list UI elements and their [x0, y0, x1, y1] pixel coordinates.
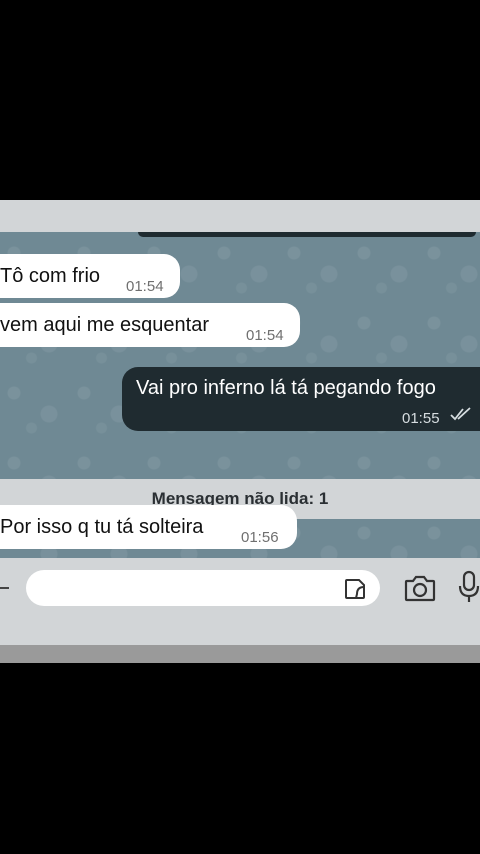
- sticker-icon[interactable]: [343, 577, 367, 601]
- message-time: 01:54: [246, 327, 284, 344]
- previous-message-edge: [138, 232, 476, 237]
- message-bubble-outgoing[interactable]: Vai pro inferno lá tá pegando fogo 01:55: [122, 367, 480, 431]
- chat-screen: Tô com frio 01:54 vem aqui me esquentar …: [0, 200, 480, 663]
- input-bar: [0, 558, 480, 663]
- message-text: Por isso q tu tá solteira: [0, 516, 204, 538]
- double-check-icon: [450, 407, 471, 421]
- message-text: vem aqui me esquentar: [0, 314, 210, 336]
- message-time: 01:56: [241, 529, 279, 546]
- message-input[interactable]: [26, 570, 380, 606]
- message-bubble-incoming[interactable]: Por isso q tu tá solteira 01:56: [0, 505, 297, 549]
- attach-icon[interactable]: [0, 587, 9, 589]
- message-text: Vai pro inferno lá tá pegando fogo: [136, 377, 436, 399]
- message-time: 01:55: [402, 410, 440, 427]
- camera-icon[interactable]: [404, 574, 436, 602]
- microphone-icon[interactable]: [458, 570, 480, 604]
- top-bar: [0, 200, 480, 232]
- bottom-strip: [0, 645, 480, 663]
- message-text: Tô com frio: [0, 265, 101, 287]
- message-bubble-incoming[interactable]: Tô com frio 01:54: [0, 254, 180, 298]
- message-bubble-incoming[interactable]: vem aqui me esquentar 01:54: [0, 303, 300, 347]
- message-time: 01:54: [126, 278, 164, 295]
